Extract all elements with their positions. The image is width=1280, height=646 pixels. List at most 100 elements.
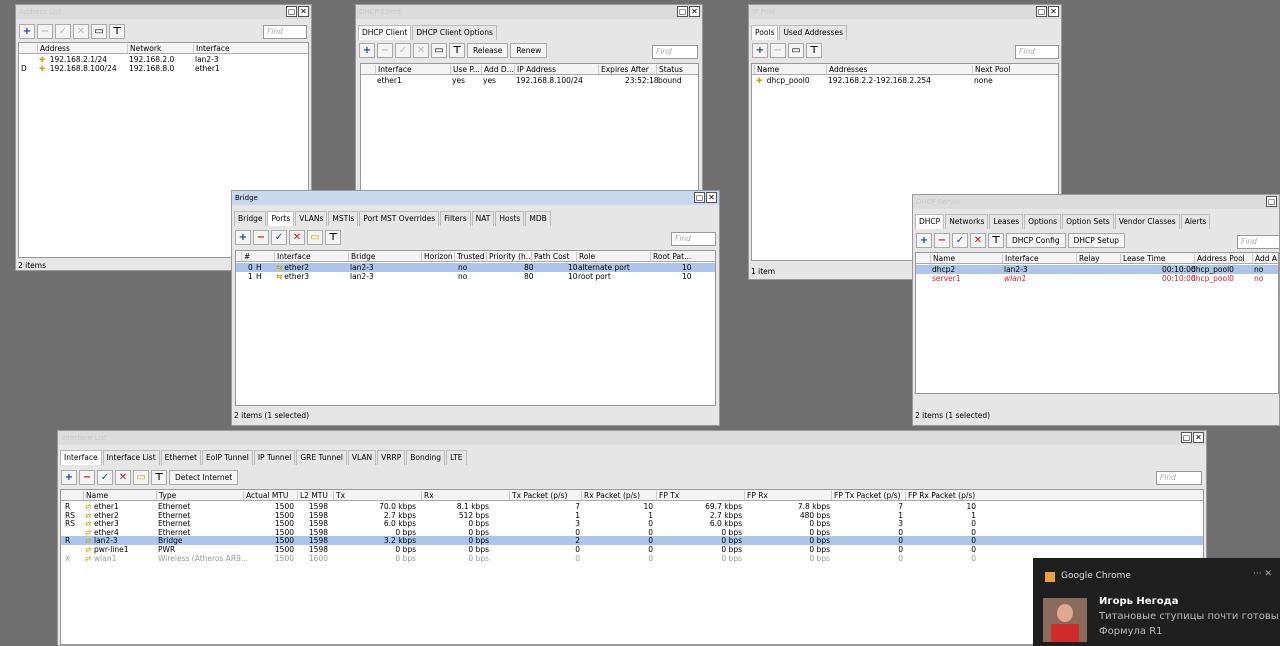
restore-button[interactable]: ▢ [1181,432,1192,443]
col-role[interactable]: Role [576,252,595,261]
filter-button[interactable]: ⊤ [151,470,167,485]
disable-button[interactable]: ✕ [970,233,986,248]
col-type[interactable]: Type [156,491,176,500]
disable-button[interactable]: ✕ [413,43,429,58]
col-tx[interactable]: Tx [333,491,345,500]
col-expires[interactable]: Expires After [598,65,649,74]
dhcp-setup-button[interactable]: DHCP Setup [1067,233,1126,248]
tab-vlans[interactable]: VLANs [295,211,328,226]
find-input[interactable]: Find [263,25,307,39]
tab-pools[interactable]: Pools [751,25,779,40]
table-row[interactable]: ✚ 192.168.2.1/24 192.168.2.0 lan2-3 [19,55,308,64]
enable-button[interactable]: ✓ [55,24,71,39]
col-addresses[interactable]: Addresses [826,65,867,74]
tab-bridge[interactable]: Bridge [234,211,267,226]
add-button[interactable]: + [235,230,251,245]
col-status[interactable]: Status [656,65,683,74]
col-fptx[interactable]: FP Tx [656,491,679,500]
add-button[interactable]: + [916,233,932,248]
tab-leases[interactable]: Leases [989,214,1024,229]
col-l2[interactable]: L2 MTU [297,491,328,500]
col-trusted[interactable]: Trusted [454,252,485,261]
col-name[interactable]: Name [754,65,779,74]
remove-button[interactable]: − [770,43,786,58]
col-mtu[interactable]: Actual MTU [243,491,288,500]
comment-button[interactable]: ▭ [307,230,323,245]
disable-button[interactable]: ✕ [289,230,305,245]
tab-networks[interactable]: Networks [945,214,989,229]
remove-button[interactable]: − [934,233,950,248]
enable-button[interactable]: ✓ [271,230,287,245]
table-row[interactable]: 0 H ⇆ ether2 lan2-3 no 80 10 alternate port 10 [236,263,715,272]
tab-option-sets[interactable]: Option Sets [1062,214,1114,229]
col-root-path[interactable]: Root Pat... [650,252,691,261]
disable-button[interactable]: ✕ [73,24,89,39]
remove-button[interactable]: − [377,43,393,58]
col-ip-address[interactable]: IP Address [514,65,556,74]
find-input[interactable]: Find [652,45,698,59]
table-row[interactable]: D ✚ 192.168.8.100/24 192.168.8.0 ether1 [19,64,308,73]
tab-nat[interactable]: NAT [471,211,495,226]
disable-button[interactable]: ✕ [115,470,131,485]
tab-dhcp-client[interactable]: DHCP Client [358,25,412,40]
add-button[interactable]: + [19,24,35,39]
col-fprx[interactable]: FP Rx [744,491,768,500]
col-relay[interactable]: Relay [1076,254,1100,263]
tab-alerts[interactable]: Alerts [1180,214,1211,229]
filter-button[interactable]: ⊤ [449,43,465,58]
filter-button[interactable]: ⊤ [806,43,822,58]
tab-hosts[interactable]: Hosts [495,211,525,226]
filter-button[interactable]: ⊤ [988,233,1004,248]
find-input[interactable]: Find [1237,235,1279,249]
add-button[interactable]: + [359,43,375,58]
col-horizon[interactable]: Horizon [421,252,453,261]
col-address-pool[interactable]: Address Pool [1194,254,1245,263]
close-button[interactable]: ✕ [1193,432,1204,443]
detect-internet-button[interactable]: Detect Internet [169,470,239,485]
col-name[interactable]: Name [83,491,108,500]
find-input[interactable]: Find [1156,471,1202,485]
col-address[interactable]: Address [37,44,70,53]
title-bar[interactable]: Address List ▢ ✕ [16,5,311,19]
tab-ports[interactable]: Ports [267,211,295,226]
filter-button[interactable]: ⊤ [325,230,341,245]
col-network[interactable]: Network [127,44,161,53]
tab-ethernet[interactable]: Ethernet [160,450,201,465]
table-row[interactable]: 1 H ⇆ ether3 lan2-3 no 80 10 root port 10 [236,272,715,281]
filter-button[interactable]: ⊤ [109,24,125,39]
col-use-peer[interactable]: Use P... [450,65,480,74]
col-add-route[interactable]: Add D... [481,65,514,74]
tab-filters[interactable]: Filters [440,211,471,226]
remove-button[interactable]: − [253,230,269,245]
release-button[interactable]: Release [467,43,509,58]
tab-interface[interactable]: Interface [60,450,102,465]
title-bar[interactable]: Bridge ▢ ✕ [232,191,719,205]
tab-vendor-classes[interactable]: Vendor Classes [1114,214,1180,229]
more-icon[interactable]: ··· ✕ [1253,569,1272,579]
chrome-notification[interactable]: Google Chrome ··· ✕ Игорь Негода Титанов… [1033,558,1280,646]
comment-button[interactable]: ▭ [133,470,149,485]
col-path-cost[interactable]: Path Cost [531,252,570,261]
tab-interface-list[interactable]: Interface List [102,450,160,465]
col-bridge[interactable]: Bridge [348,252,375,261]
restore-button[interactable]: ▢ [1266,196,1277,207]
tab-dhcp[interactable]: DHCP [915,214,945,229]
table-row[interactable]: ✚ dhcp_pool0 192.168.2.2-192.168.2.254 non… [752,76,1058,85]
tab-vlan[interactable]: VLAN [347,450,377,465]
find-input[interactable]: Find [1015,45,1059,59]
tab-used-addresses[interactable]: Used Addresses [779,25,847,40]
find-input[interactable]: Find [671,232,716,246]
col-interface[interactable]: Interface [1002,254,1039,263]
enable-button[interactable]: ✓ [952,233,968,248]
col-interface[interactable]: Interface [193,44,230,53]
title-bar[interactable]: IP Pool ▢ ✕ [749,5,1061,19]
restore-button[interactable]: ▢ [694,192,705,203]
col-name[interactable]: Name [930,254,955,263]
comment-button[interactable]: ▭ [91,24,107,39]
tab-mstis[interactable]: MSTIs [328,211,359,226]
col-fptxp[interactable]: FP Tx Packet (p/s) [831,491,901,500]
tab-mdb[interactable]: MDB [525,211,551,226]
table-row[interactable]: Xwlan1 Wireless (Atheros AR9... 1500 1600 0 … [61,554,1203,563]
col-lease-time[interactable]: Lease Time [1120,254,1166,263]
tab-options[interactable]: Options [1024,214,1062,229]
